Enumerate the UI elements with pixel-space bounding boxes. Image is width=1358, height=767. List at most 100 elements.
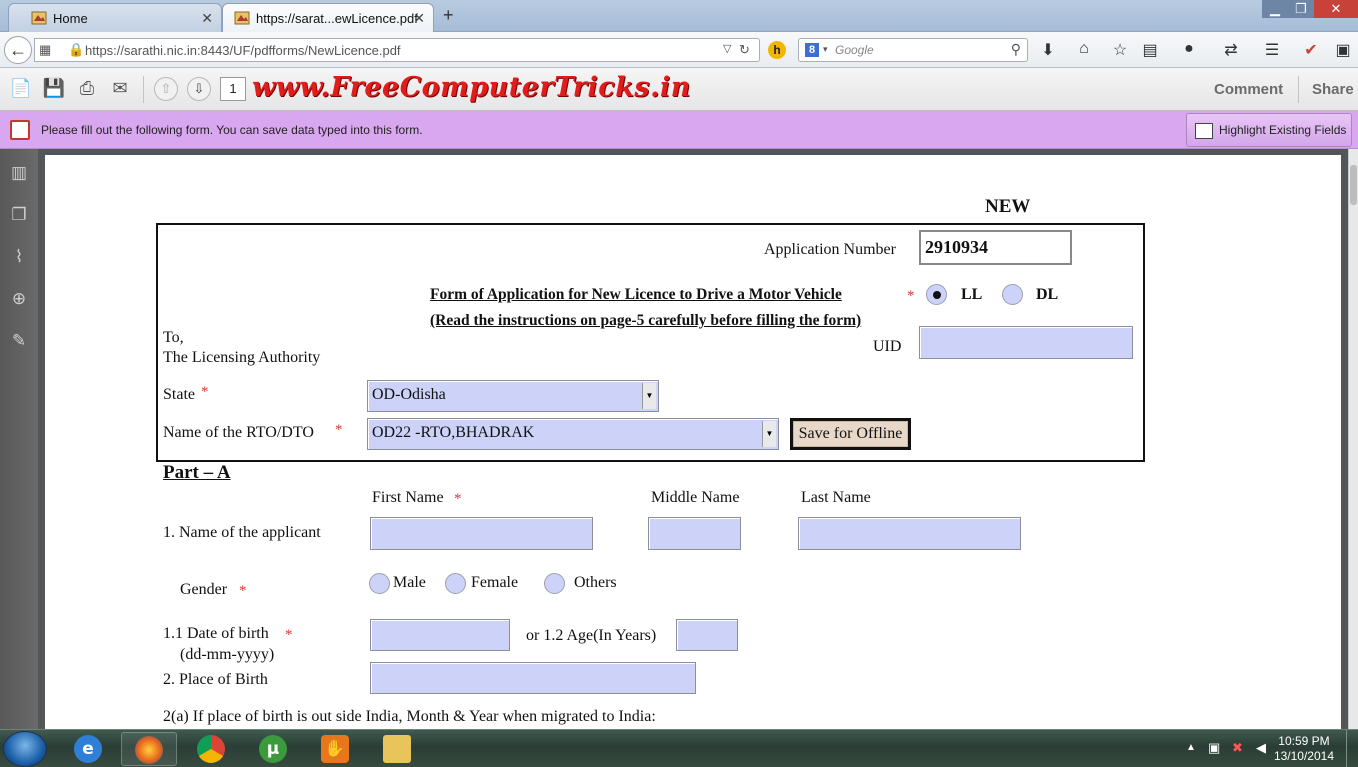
minimize-button[interactable]: ▁ bbox=[1262, 0, 1288, 18]
dropdown-arrow-icon[interactable]: ▽ bbox=[723, 42, 731, 55]
chevron-down-icon[interactable]: ▼ bbox=[642, 383, 656, 409]
bookmark-star-icon[interactable]: ☆ bbox=[1109, 40, 1131, 60]
gender-label: Gender bbox=[180, 581, 228, 598]
last-name-label: Last Name bbox=[801, 489, 871, 506]
rto-label: Name of the RTO/DTO bbox=[163, 424, 314, 441]
search-icon[interactable]: ⚲ bbox=[1011, 41, 1021, 58]
app-icon: ✋ bbox=[321, 735, 349, 763]
rto-select[interactable]: OD22 -RTO,BHADRAK ▼ bbox=[367, 418, 779, 450]
age-input[interactable] bbox=[676, 619, 738, 651]
toolbar-separator bbox=[1298, 76, 1299, 103]
system-clock[interactable]: 10:59 PM 13/10/2014 bbox=[1274, 734, 1334, 764]
gender-female-label: Female bbox=[471, 574, 519, 591]
age-label: or 1.2 Age(In Years) bbox=[526, 627, 657, 644]
reading-list-icon[interactable]: ▤ bbox=[1139, 40, 1161, 60]
tab-home[interactable]: Home ✕ bbox=[8, 3, 222, 32]
reload-icon[interactable]: ↻ bbox=[739, 42, 750, 58]
taskbar-explorer[interactable] bbox=[369, 732, 425, 766]
window-close-button[interactable]: ✕ bbox=[1314, 0, 1358, 18]
pages-icon[interactable]: ❐ bbox=[8, 205, 30, 227]
tray-action-center-icon[interactable]: ▣ bbox=[1208, 740, 1220, 756]
search-engine-icon[interactable]: 8 bbox=[805, 43, 819, 57]
close-icon[interactable]: ✕ bbox=[201, 10, 213, 27]
new-tab-button[interactable]: + bbox=[443, 5, 454, 26]
dl-radio[interactable] bbox=[1002, 284, 1023, 305]
internet-explorer-icon: e bbox=[74, 735, 102, 763]
gender-others-radio[interactable] bbox=[544, 573, 565, 594]
applicant-name-label: 1. Name of the applicant bbox=[163, 524, 321, 541]
windows-taskbar: e µ ✋ ▲ ▣ ✖ ◀ 10:59 PM 13/10/2014 bbox=[0, 729, 1358, 767]
highlight-fields-label: Highlight Existing Fields bbox=[1219, 123, 1347, 137]
show-desktop-button[interactable] bbox=[1346, 730, 1358, 767]
share-button[interactable]: Share bbox=[1312, 81, 1354, 98]
page-favicon-icon bbox=[31, 11, 47, 25]
attachment-icon[interactable]: ⌇ bbox=[8, 247, 30, 269]
clock-time: 10:59 PM bbox=[1278, 734, 1330, 748]
save-icon[interactable]: 💾 bbox=[42, 78, 66, 100]
required-marker: * bbox=[454, 491, 462, 507]
taskbar-chrome[interactable] bbox=[183, 732, 239, 766]
taskbar-ie[interactable]: e bbox=[60, 732, 116, 766]
addon-icon[interactable]: ⇄ bbox=[1220, 40, 1242, 60]
last-name-input[interactable] bbox=[798, 517, 1021, 550]
to-line: To, bbox=[163, 329, 184, 346]
download-icon[interactable]: ⬇ bbox=[1037, 40, 1059, 60]
dob-input[interactable] bbox=[370, 619, 510, 651]
binoculars-icon[interactable]: ⊕ bbox=[8, 289, 30, 311]
tray-network-icon[interactable]: ✖ bbox=[1232, 740, 1243, 756]
start-button[interactable] bbox=[3, 731, 47, 767]
address-bar[interactable]: ▦ 🔒 https://sarathi.nic.in:8443/UF/pdffo… bbox=[34, 38, 760, 62]
gender-male-radio[interactable] bbox=[369, 573, 390, 594]
scrollbar-thumb[interactable] bbox=[1350, 165, 1357, 205]
first-name-input[interactable] bbox=[370, 517, 593, 550]
save-for-offline-button[interactable]: Save for Offline bbox=[790, 418, 911, 450]
form-icon bbox=[10, 120, 30, 140]
back-button[interactable]: ← bbox=[4, 36, 32, 64]
h-addon-icon[interactable]: h bbox=[768, 41, 786, 59]
page-number-input[interactable]: 1 bbox=[220, 77, 246, 101]
signature-icon[interactable]: ✎ bbox=[8, 331, 30, 353]
state-select[interactable]: OD-Odisha ▼ bbox=[367, 380, 659, 412]
adblock-icon[interactable]: ● bbox=[1178, 40, 1200, 58]
highlight-fields-button[interactable]: Highlight Existing Fields bbox=[1186, 113, 1352, 147]
rto-value: OD22 -RTO,BHADRAK bbox=[372, 424, 535, 441]
email-icon[interactable]: ✉ bbox=[108, 78, 132, 100]
tray-volume-icon[interactable]: ◀ bbox=[1256, 740, 1266, 756]
home-icon[interactable]: ⌂ bbox=[1073, 40, 1095, 58]
taskbar-firefox[interactable] bbox=[121, 732, 177, 766]
addon-k-icon[interactable]: ✔ bbox=[1300, 40, 1322, 60]
taskbar-utorrent[interactable]: µ bbox=[245, 732, 301, 766]
watermark-overlay: www.FreeComputerTricks.in bbox=[252, 72, 691, 103]
ll-radio[interactable] bbox=[926, 284, 947, 305]
tab-newlicence-pdf[interactable]: https://sarat...ewLicence.pdf ✕ bbox=[222, 3, 434, 32]
application-number-field[interactable]: 2910934 bbox=[919, 230, 1072, 265]
state-value: OD-Odisha bbox=[372, 386, 446, 403]
highlight-fields-icon bbox=[1195, 123, 1213, 139]
lock-icon: 🔒 bbox=[68, 42, 85, 57]
next-page-button[interactable]: ⇩ bbox=[187, 77, 211, 101]
page-thumbnails-icon[interactable]: ▥ bbox=[8, 163, 30, 185]
taskbar-pdf-app[interactable]: ✋ bbox=[307, 732, 363, 766]
toolbar-more-icon[interactable]: ▣ bbox=[1332, 40, 1354, 60]
previous-page-button[interactable]: ⇧ bbox=[154, 77, 178, 101]
print-icon[interactable]: ⎙ bbox=[75, 78, 99, 100]
gender-female-radio[interactable] bbox=[445, 573, 466, 594]
middle-name-input[interactable] bbox=[648, 517, 741, 550]
menu-icon[interactable]: ☰ bbox=[1261, 40, 1283, 60]
required-marker: * bbox=[239, 583, 247, 599]
vertical-scrollbar[interactable] bbox=[1348, 149, 1358, 729]
uid-input[interactable] bbox=[919, 326, 1133, 359]
gender-others-label: Others bbox=[574, 574, 617, 591]
search-box[interactable]: 8 ▾ Google ⚲ bbox=[798, 38, 1028, 62]
search-placeholder: Google bbox=[835, 43, 874, 57]
licensing-authority-line: The Licensing Authority bbox=[163, 349, 321, 366]
comment-button[interactable]: Comment bbox=[1214, 81, 1283, 98]
chevron-down-icon[interactable]: ▼ bbox=[762, 421, 776, 447]
close-icon[interactable]: ✕ bbox=[413, 10, 425, 27]
maximize-button[interactable]: ❐ bbox=[1288, 0, 1314, 18]
place-of-birth-input[interactable] bbox=[370, 662, 696, 694]
tray-expand-icon[interactable]: ▲ bbox=[1186, 742, 1196, 753]
side-navigation-panel: ▥ ❐ ⌇ ⊕ ✎ bbox=[0, 149, 38, 729]
browser-tab-bar: Home ✕ https://sarat...ewLicence.pdf ✕ +… bbox=[0, 0, 1358, 32]
create-pdf-icon[interactable]: 📄 bbox=[9, 78, 33, 100]
